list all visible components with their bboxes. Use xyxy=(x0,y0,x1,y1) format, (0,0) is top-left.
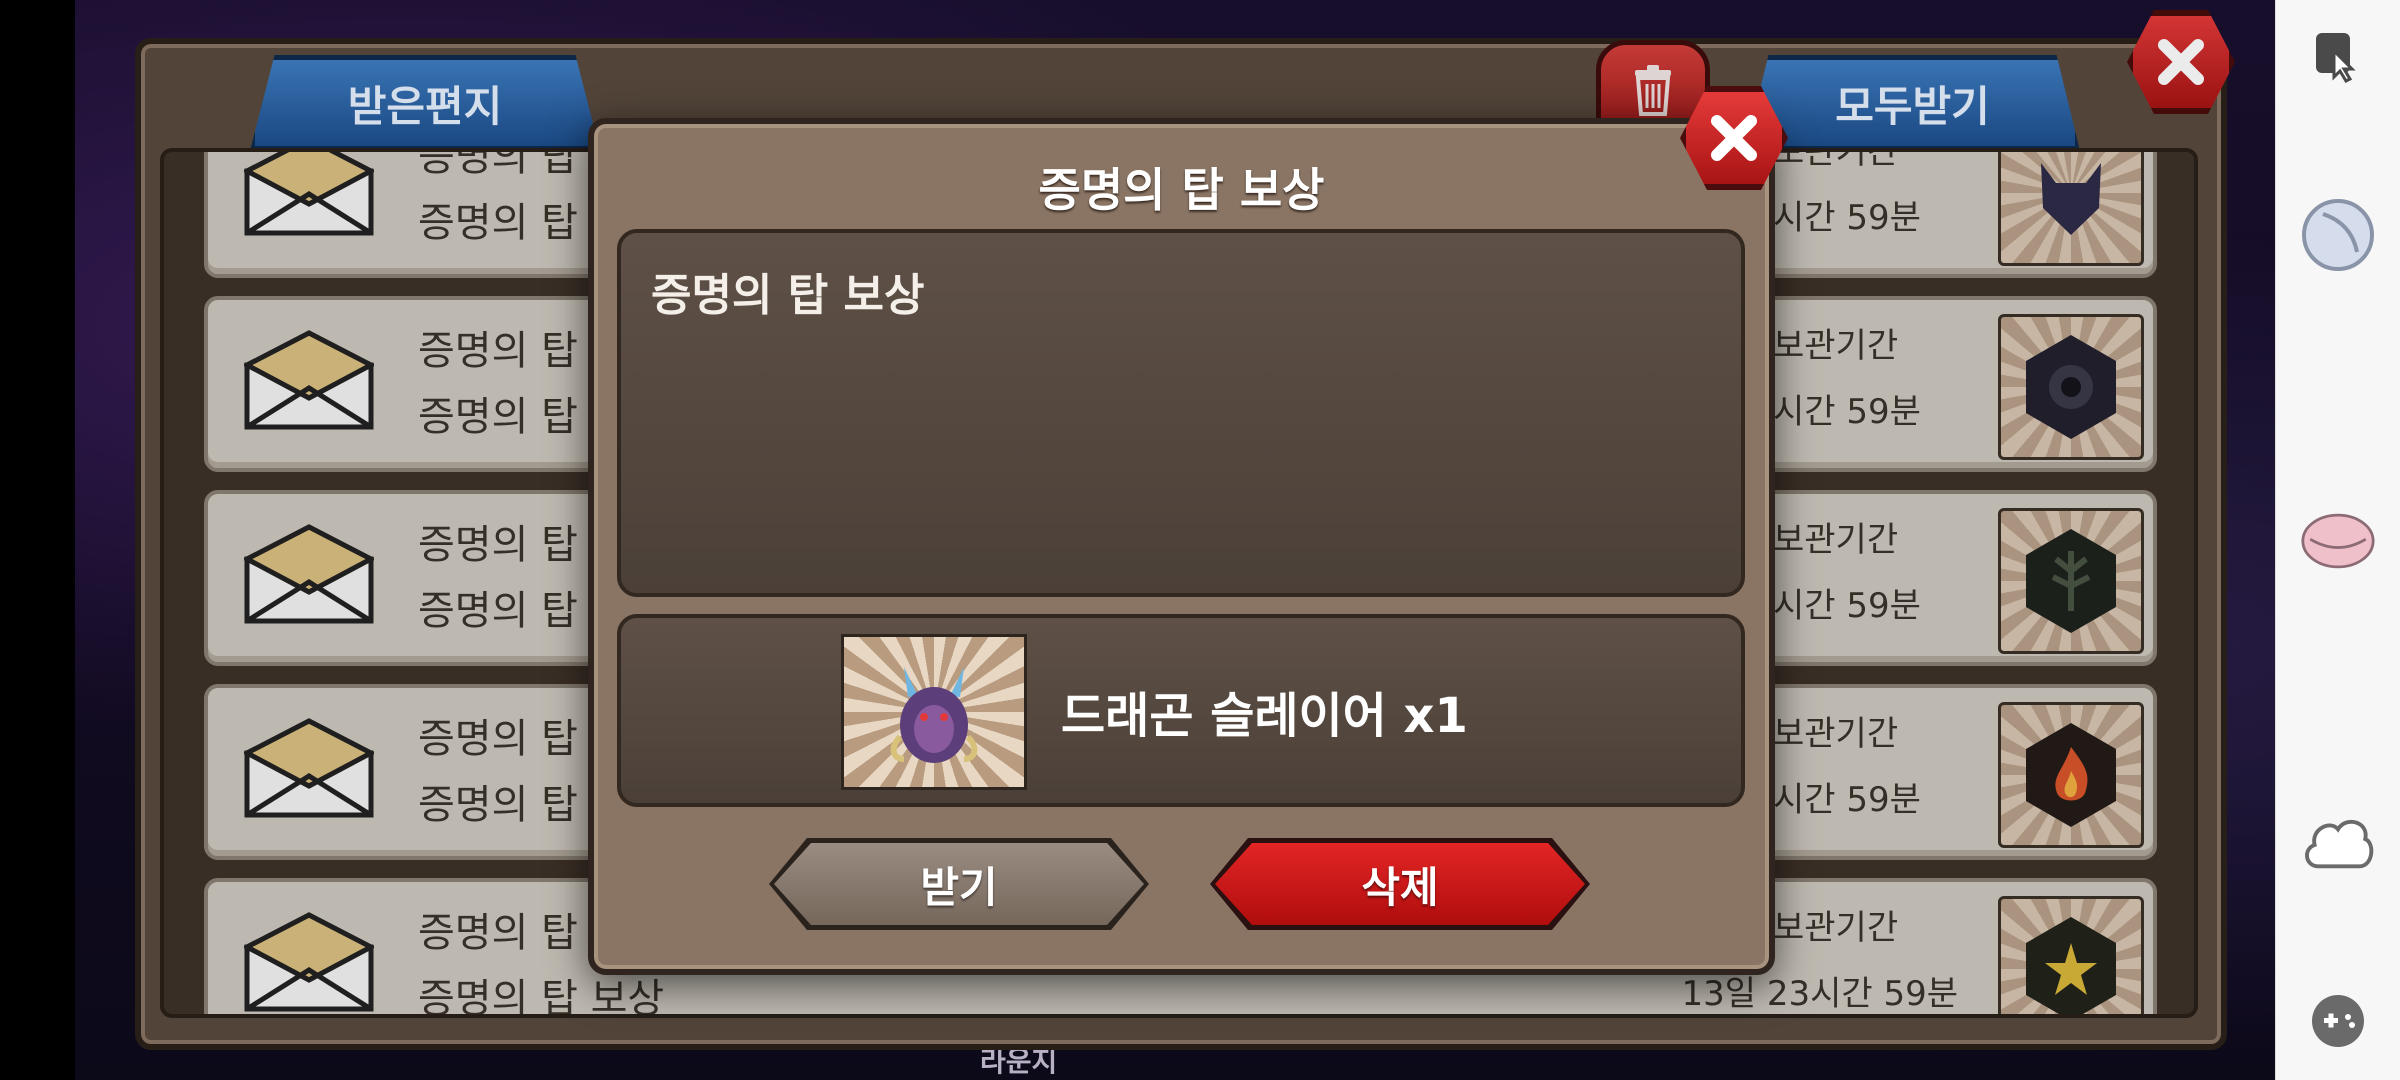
side-toolbar xyxy=(2275,0,2400,1080)
message-text: 증명의 탑 보상 xyxy=(651,270,925,321)
receive-button[interactable]: 받기 xyxy=(769,838,1149,930)
reward-dialog: 증명의 탑 보상 증명의 탑 보상 드래곤 슬레이어 x1 받기 삭제 xyxy=(588,118,1775,975)
touch-mode-icon[interactable] xyxy=(2301,20,2375,94)
cloud-icon[interactable] xyxy=(2301,805,2375,879)
dragon-slayer-icon xyxy=(841,634,1027,790)
globe-icon[interactable] xyxy=(2301,198,2375,272)
message-box: 증명의 탑 보상 xyxy=(617,229,1745,597)
delete-label: 삭제 xyxy=(1361,862,1439,912)
lips-icon[interactable] xyxy=(2301,504,2375,578)
reward-box: 드래곤 슬레이어 x1 xyxy=(617,614,1745,807)
delete-button[interactable]: 삭제 xyxy=(1210,838,1590,930)
gamepad-icon[interactable] xyxy=(2301,984,2375,1058)
dialog-title: 증명의 탑 보상 xyxy=(1038,163,1325,217)
reward-text: 드래곤 슬레이어 x1 xyxy=(1061,688,1468,744)
receive-label: 받기 xyxy=(920,862,998,912)
